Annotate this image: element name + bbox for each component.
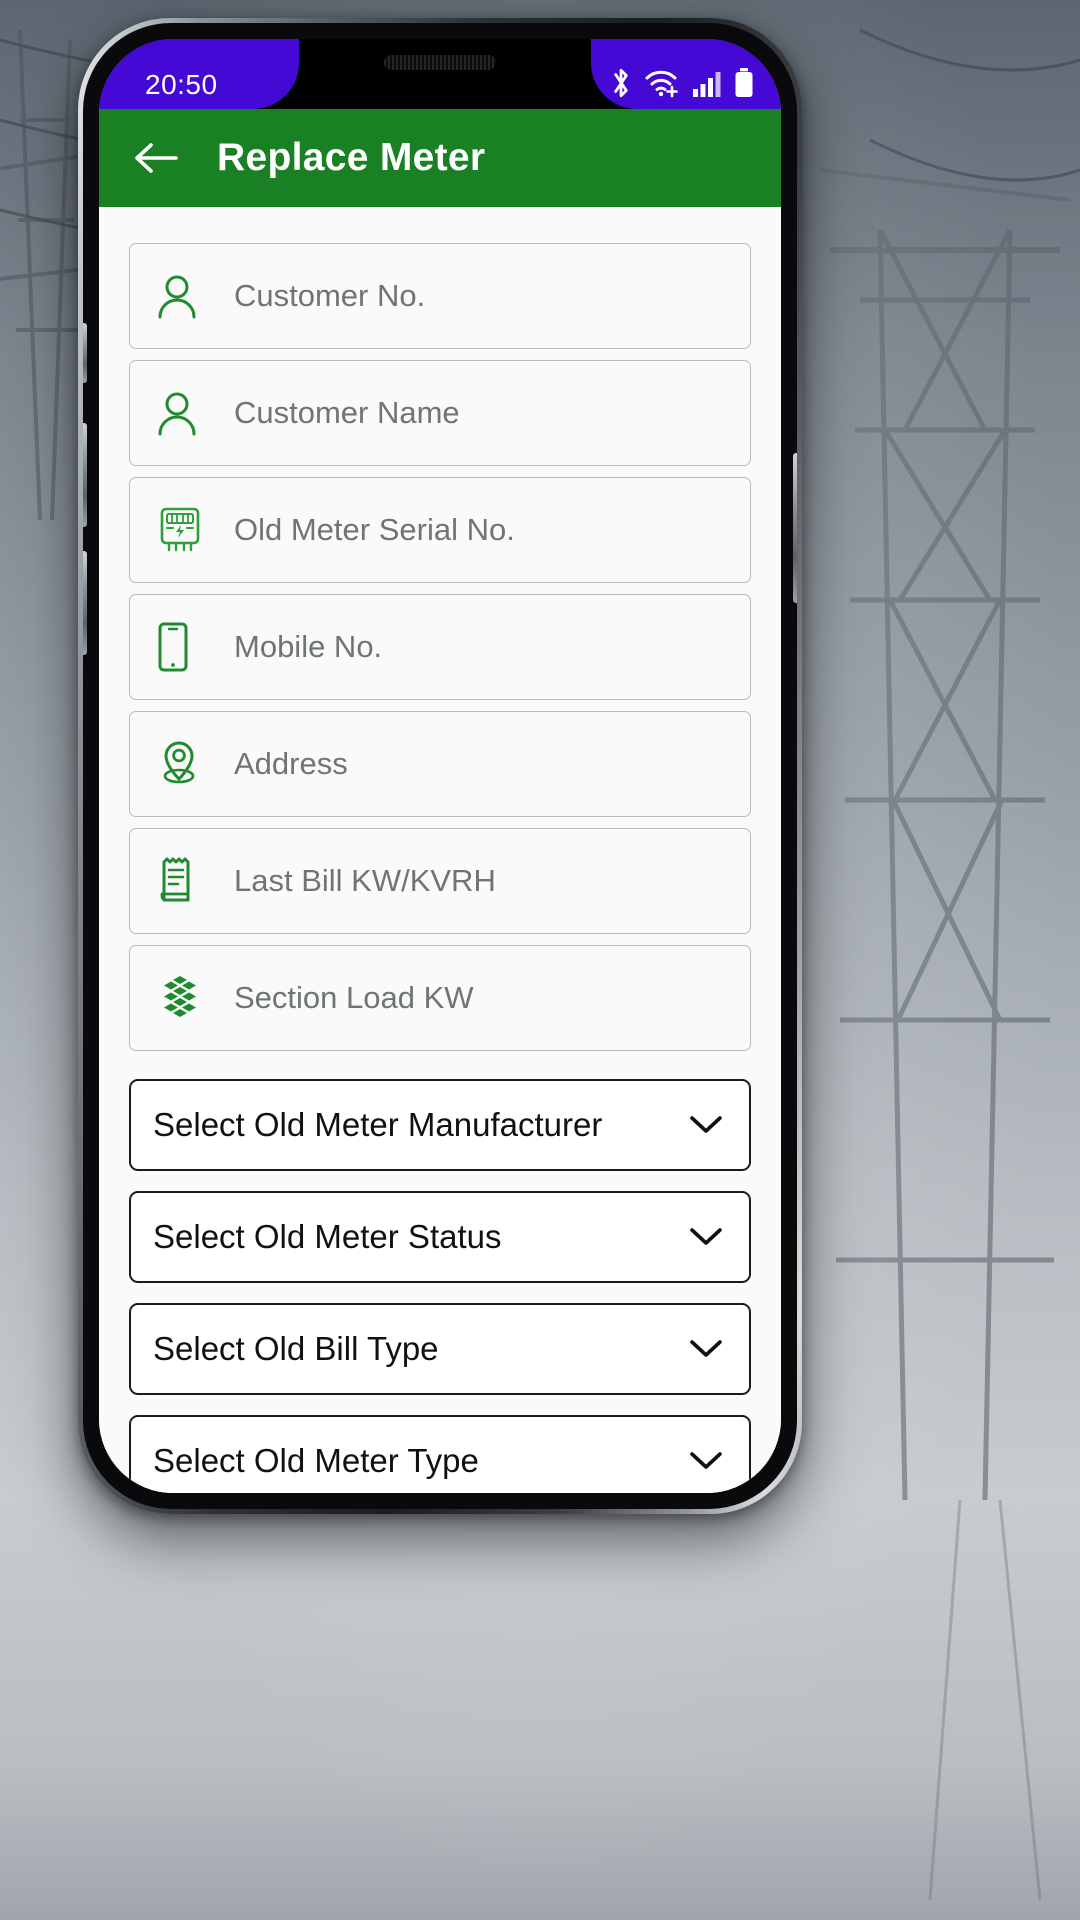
cellular-signal-icon	[692, 67, 722, 99]
phone-bezel: 20:50 Replace Meter Customer No. Custome…	[83, 23, 797, 1509]
select-old-meter-manufacturer-label: Select Old Meter Manufacturer	[153, 1106, 603, 1143]
field-mobile-no[interactable]: Mobile No.	[129, 594, 751, 700]
select-old-bill-type[interactable]: Select Old Bill Type	[129, 1303, 751, 1395]
wifi-icon	[645, 67, 681, 99]
arrow-left-icon[interactable]	[133, 140, 179, 176]
field-old-meter-serial-no-placeholder: Old Meter Serial No.	[234, 512, 515, 547]
field-customer-name-placeholder: Customer Name	[234, 395, 460, 430]
field-customer-name[interactable]: Customer Name	[129, 360, 751, 466]
chevron-down-icon[interactable]	[689, 1226, 723, 1248]
select-old-bill-type-label: Select Old Bill Type	[153, 1330, 439, 1367]
page-title: Replace Meter	[217, 136, 486, 179]
phone-power-button	[793, 453, 797, 603]
field-address[interactable]: Address	[129, 711, 751, 817]
field-section-load[interactable]: Section Load KW	[129, 945, 751, 1051]
phone-device-frame: 20:50 Replace Meter Customer No. Custome…	[78, 18, 802, 1514]
mobile-phone-icon	[156, 622, 212, 672]
bluetooth-icon	[608, 67, 634, 99]
earpiece-speaker	[384, 55, 496, 70]
electric-meter-icon	[156, 505, 212, 555]
select-old-meter-manufacturer[interactable]: Select Old Meter Manufacturer	[129, 1079, 751, 1171]
status-bar-clock: 20:50	[145, 69, 218, 100]
cube-grid-icon	[156, 973, 212, 1023]
person-icon	[156, 390, 212, 436]
phone-volume-up-button	[83, 423, 87, 527]
form-scroll-area[interactable]: Customer No. Customer Name Old Meter Ser…	[99, 207, 781, 1493]
person-icon	[156, 273, 212, 319]
select-old-meter-status-label: Select Old Meter Status	[153, 1218, 502, 1255]
field-address-placeholder: Address	[234, 746, 348, 781]
battery-icon	[733, 67, 755, 99]
app-bar: Replace Meter	[99, 109, 781, 207]
field-customer-no[interactable]: Customer No.	[129, 243, 751, 349]
bill-receipt-icon	[156, 856, 212, 906]
phone-volume-down-button	[83, 551, 87, 655]
field-old-meter-serial-no[interactable]: Old Meter Serial No.	[129, 477, 751, 583]
select-old-meter-status[interactable]: Select Old Meter Status	[129, 1191, 751, 1283]
chevron-down-icon[interactable]	[689, 1114, 723, 1136]
location-pin-icon	[156, 739, 212, 789]
field-last-bill-placeholder: Last Bill KW/KVRH	[234, 863, 496, 898]
chevron-down-icon[interactable]	[689, 1450, 723, 1472]
field-last-bill[interactable]: Last Bill KW/KVRH	[129, 828, 751, 934]
field-customer-no-placeholder: Customer No.	[234, 278, 426, 313]
phone-silent-switch	[83, 323, 87, 383]
chevron-down-icon[interactable]	[689, 1338, 723, 1360]
field-section-load-placeholder: Section Load KW	[234, 980, 474, 1015]
status-bar: 20:50	[99, 39, 781, 109]
select-old-meter-type-label: Select Old Meter Type	[153, 1442, 479, 1479]
phone-screen: 20:50 Replace Meter Customer No. Custome…	[99, 39, 781, 1493]
select-old-meter-type[interactable]: Select Old Meter Type	[129, 1415, 751, 1493]
status-bar-right	[591, 39, 781, 109]
field-mobile-no-placeholder: Mobile No.	[234, 629, 383, 664]
status-bar-left: 20:50	[99, 39, 299, 109]
